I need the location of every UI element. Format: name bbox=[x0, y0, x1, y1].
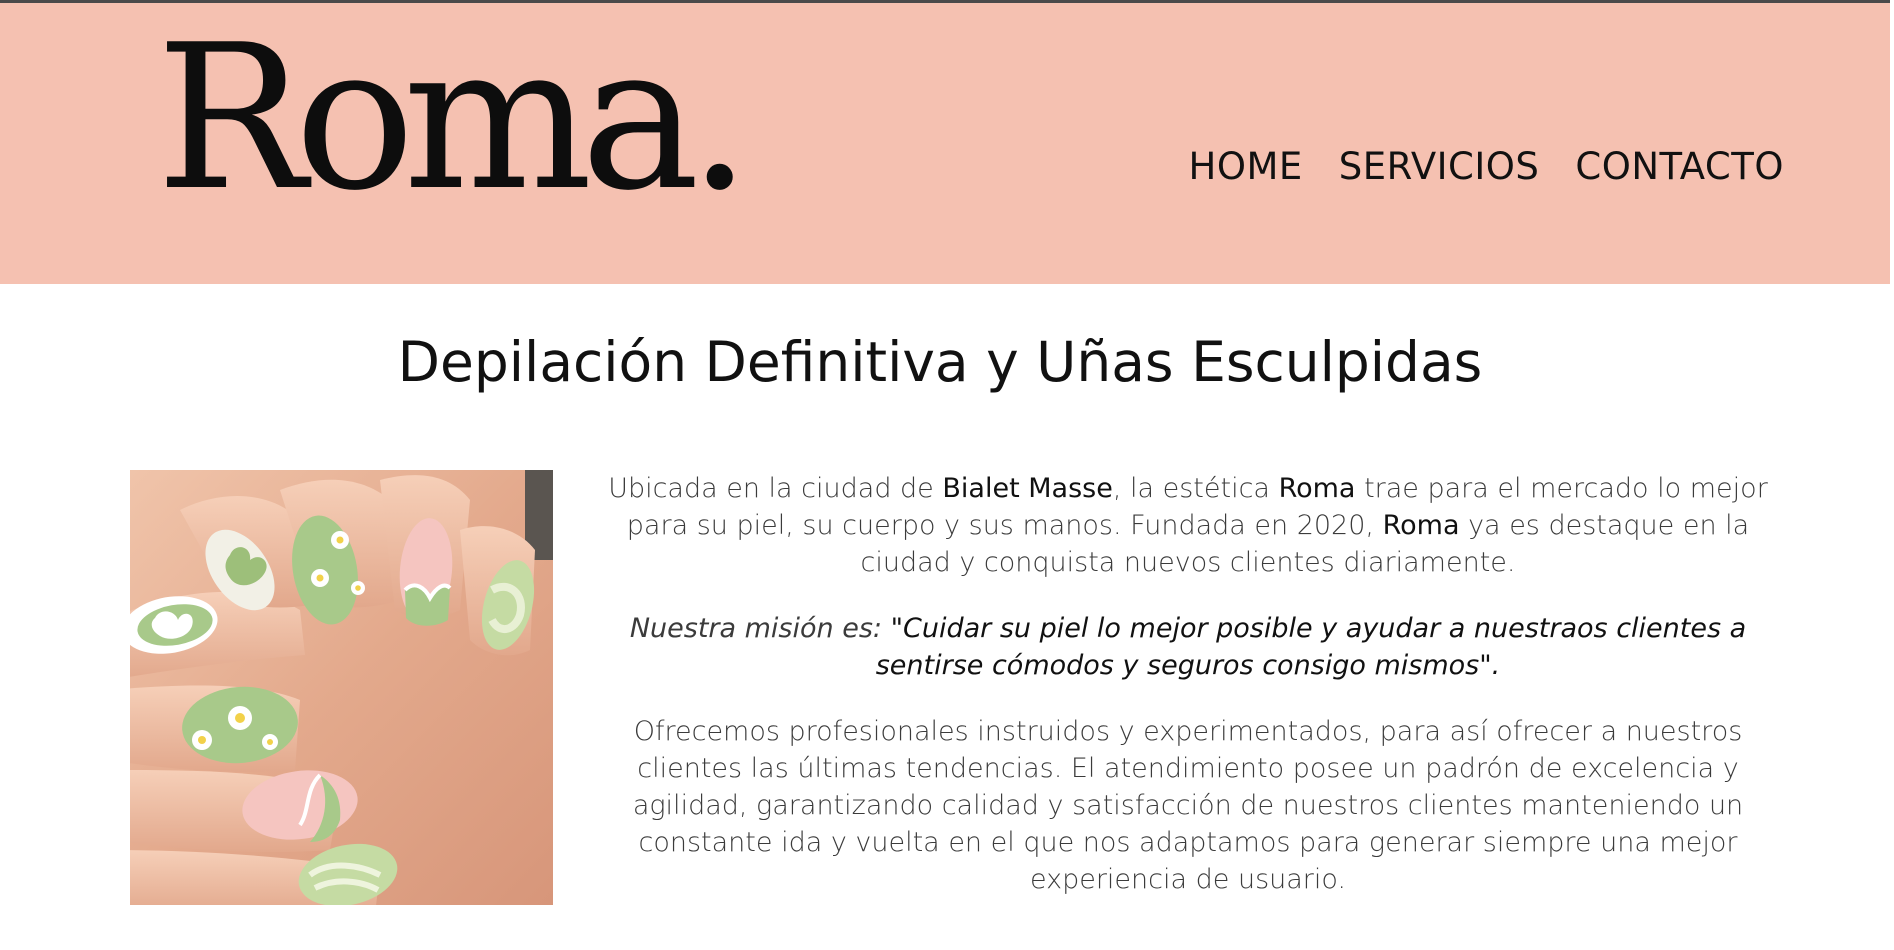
nav-link-contacto[interactable]: CONTACTO bbox=[1575, 145, 1784, 188]
page-title: Depilación Definitiva y Uñas Esculpidas bbox=[397, 330, 1483, 394]
mission-paragraph: Nuestra misión es: "Cuidar su piel lo me… bbox=[598, 610, 1778, 684]
main-nav: HOME SERVICIOS CONTACTO bbox=[1189, 145, 1784, 188]
brand-name: Roma bbox=[1382, 510, 1460, 541]
nav-link-servicios[interactable]: SERVICIOS bbox=[1339, 145, 1540, 188]
mission-label: Nuestra misión es: bbox=[629, 613, 891, 644]
site-header: Roma. HOME SERVICIOS CONTACTO bbox=[0, 3, 1890, 284]
about-section: Ubicada en la ciudad de Bialet Masse, la… bbox=[598, 470, 1778, 927]
page: Roma. HOME SERVICIOS CONTACTO Depilación… bbox=[0, 0, 1894, 950]
nav-link-home[interactable]: HOME bbox=[1189, 145, 1303, 188]
intro-text: Ubicada en la ciudad de bbox=[608, 473, 943, 504]
brand-name: Roma bbox=[1278, 473, 1356, 504]
offer-paragraph: Ofrecemos profesionales instruidos y exp… bbox=[632, 716, 1744, 895]
logo[interactable]: Roma. bbox=[156, 19, 751, 219]
intro-text: , la estética bbox=[1112, 473, 1279, 504]
nails-photo bbox=[130, 470, 553, 905]
intro-paragraph: Ubicada en la ciudad de Bialet Masse, la… bbox=[598, 470, 1778, 581]
city-name: Bialet Masse bbox=[942, 473, 1113, 504]
mission-quote: "Cuidar su piel lo mejor posible y ayuda… bbox=[875, 613, 1747, 681]
